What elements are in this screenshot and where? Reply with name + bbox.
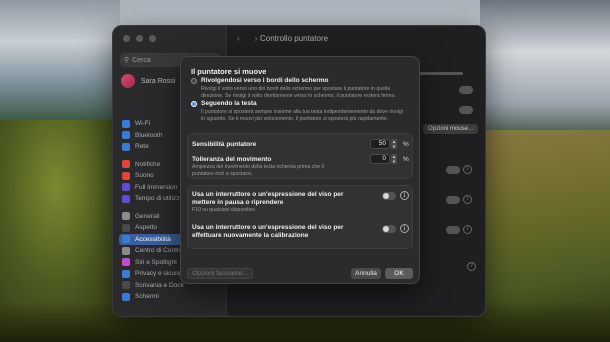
close-button[interactable] xyxy=(123,35,130,42)
switch-settings-group: Usa un interruttore o un'espressione del… xyxy=(187,185,413,249)
sensitivity-label: Sensibilità puntatore xyxy=(192,141,257,148)
info-icon[interactable]: i xyxy=(400,191,409,200)
bg-toggle xyxy=(446,196,460,204)
tolerance-desc: Ampiezza del movimento della testa richi… xyxy=(192,164,324,177)
sidebar-item-icon xyxy=(122,258,130,267)
face-options-button[interactable]: Opzioni facciame... xyxy=(187,268,253,279)
minimize-button[interactable] xyxy=(136,35,143,42)
mouse-options-button[interactable]: Opzioni mouse... xyxy=(423,124,479,134)
sidebar-item-label: Tempo di utilizzo xyxy=(135,195,184,203)
sidebar-item-label: Full immersion xyxy=(135,183,178,191)
sidebar-item-icon xyxy=(122,269,130,278)
sidebar-item-icon xyxy=(122,223,130,232)
help-icon[interactable]: ? xyxy=(467,262,476,271)
sidebar-item-icon xyxy=(122,246,130,255)
avatar xyxy=(121,74,135,88)
sidebar-item-label: Rete xyxy=(135,143,149,151)
sidebar-item-label: Notifiche xyxy=(135,160,161,168)
sensitivity-stepper[interactable]: ▲ ▼ xyxy=(391,139,397,149)
sidebar-item-icon xyxy=(122,292,130,301)
wallpaper-sky-right xyxy=(480,0,610,130)
tolerance-field[interactable]: 0 xyxy=(370,154,390,164)
user-name: Sara Rossi xyxy=(141,77,176,85)
bg-toggle xyxy=(446,166,460,174)
pointer-settings-group: Sensibilità puntatore 50 ▲ ▼ % Tolleranza… xyxy=(187,133,413,179)
tolerance-unit: % xyxy=(403,156,409,163)
sidebar-item-label: Bluetooth xyxy=(135,131,163,139)
sidebar-item-icon xyxy=(122,183,130,192)
window-controls xyxy=(123,35,156,42)
info-icon: i xyxy=(463,225,472,234)
pause-switch-desc: F10 su qualsiasi dispositivo xyxy=(192,207,256,213)
page-title: Controllo puntatore xyxy=(260,34,329,43)
info-icon: i xyxy=(463,195,472,204)
sidebar-item[interactable]: Schermi xyxy=(119,291,223,303)
sidebar-item-icon xyxy=(122,281,130,290)
search-placeholder: Cerca xyxy=(132,56,151,64)
sensitivity-field[interactable]: 50 xyxy=(370,139,390,149)
sidebar-item-icon xyxy=(122,160,130,169)
sidebar-item-icon xyxy=(122,171,130,180)
radio-edges[interactable] xyxy=(191,78,197,84)
bg-toggle xyxy=(459,106,473,114)
sensitivity-unit: % xyxy=(403,141,409,148)
pause-switch-label: Usa un interruttore o un'espressione del… xyxy=(192,191,344,206)
recalibrate-switch-label: Usa un interruttore o un'espressione del… xyxy=(192,224,344,239)
tolerance-stepper[interactable]: ▲ ▼ xyxy=(391,154,397,164)
pause-toggle[interactable] xyxy=(382,192,396,200)
sheet-heading: Il puntatore si muove xyxy=(191,67,267,76)
sidebar-item-label: Siri e Spotlight xyxy=(135,258,177,266)
sidebar-item-icon xyxy=(122,119,130,128)
search-icon: ⚲ xyxy=(124,57,130,64)
tolerance-label: Tolleranza del movimento xyxy=(192,156,272,163)
sidebar-item-icon xyxy=(122,235,130,244)
bg-toggle xyxy=(446,226,460,234)
bg-slider xyxy=(413,72,463,75)
option-edges-title: Rivolgendosi verso i bordi dello schermo xyxy=(201,77,329,84)
radio-follow-head[interactable] xyxy=(191,101,197,107)
recalibrate-toggle[interactable] xyxy=(382,225,396,233)
sidebar-item-label: Aspetto xyxy=(135,224,158,232)
bg-toggle xyxy=(459,86,473,94)
cancel-button[interactable]: Annulla xyxy=(351,268,381,279)
info-icon: i xyxy=(463,165,472,174)
sidebar-item-label: Scrivania e Dock xyxy=(135,281,184,289)
sidebar-item-icon xyxy=(122,142,130,151)
sidebar-item-label: Wi-Fi xyxy=(135,120,151,128)
option-follow-head-desc: Il puntatore si sposterà sempre insieme … xyxy=(201,109,403,122)
info-icon[interactable]: i xyxy=(400,224,409,233)
ok-button[interactable]: OK xyxy=(385,268,413,279)
zoom-button[interactable] xyxy=(149,35,156,42)
user-account-row[interactable]: Sara Rossi xyxy=(121,74,175,88)
head-pointer-options-sheet: Il puntatore si muove Rivolgendosi verso… xyxy=(180,56,420,284)
sidebar-item-label: Schermi xyxy=(135,293,159,301)
option-follow-head-title: Seguendo la testa xyxy=(201,100,257,107)
sidebar-item-icon xyxy=(122,194,130,203)
sidebar-item-icon xyxy=(122,212,130,221)
option-edges-desc: Rivolgi il volto verso uno dei bordi del… xyxy=(201,86,396,99)
sidebar-item-icon xyxy=(122,131,130,140)
sidebar-item-label: Accessibilità xyxy=(135,235,171,243)
wallpaper-sky-left xyxy=(0,0,120,120)
sidebar-item-label: Generali xyxy=(135,212,160,220)
sidebar-item-label: Suono xyxy=(135,172,154,180)
